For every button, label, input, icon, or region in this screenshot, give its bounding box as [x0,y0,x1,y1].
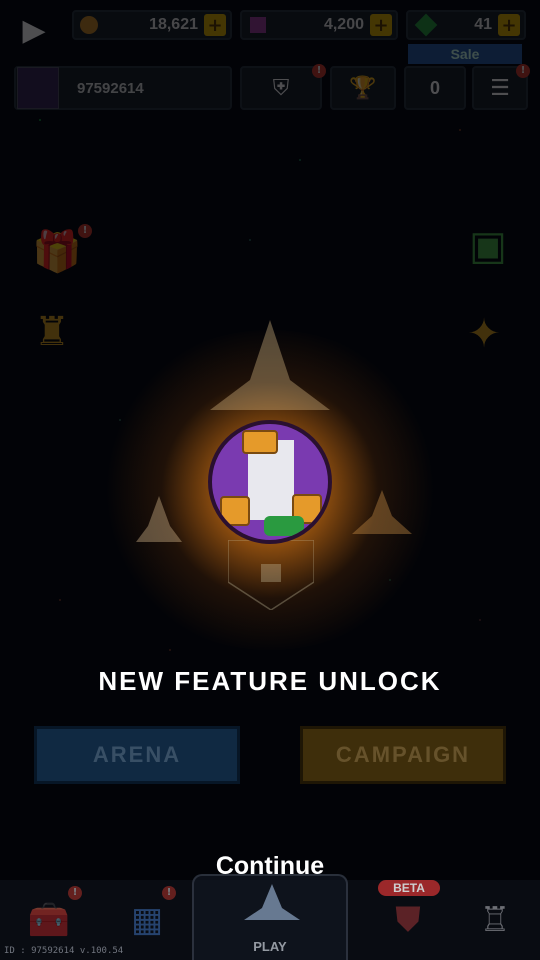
left-ship-icon [136,496,182,542]
feature-unlock-title: NEW FEATURE UNLOCK [98,666,442,696]
lock-slot-icon [228,540,314,610]
tower-icon: ♖ [479,900,511,940]
play-ship-icon [244,884,300,920]
campaign-button[interactable]: CAMPAIGN [300,726,506,784]
play-tab[interactable]: PLAY [192,874,348,960]
hangar-alert-badge: ! [162,886,176,900]
campaign-tab[interactable]: ♖ [460,880,530,960]
arena-button[interactable]: ARENA [34,726,240,784]
emerald-pile [264,516,304,536]
right-ship-icon [352,490,412,534]
hangar-icon: ▦ [130,900,164,940]
spaceship-silhouette-icon [210,320,330,410]
gold-bar-1 [220,496,250,526]
campaign-feature-emblem-icon [208,420,332,544]
chest-icon: 🧰 [27,900,71,940]
play-label: PLAY [253,939,287,954]
shield-icon: ⛊ [395,900,421,940]
version-text: ID : 97592614 v.100.54 [4,946,124,956]
gold-bar-3 [242,430,278,454]
beta-badge: BETA [378,880,440,896]
shop-alert-badge: ! [68,886,82,900]
